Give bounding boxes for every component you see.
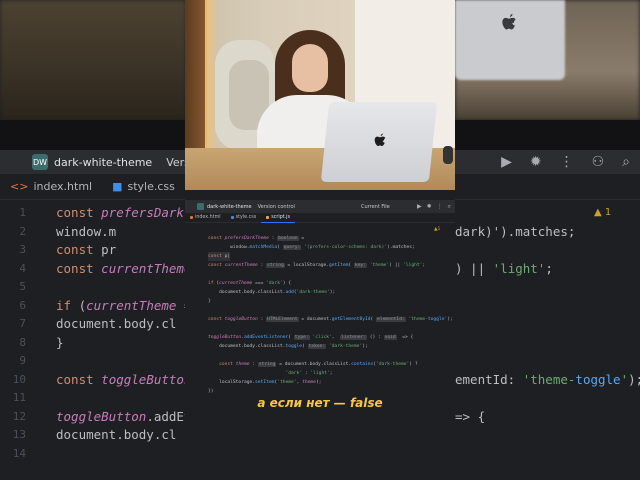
line-number: 6 [19, 298, 26, 312]
background-code-fragment: dark)').matches; [455, 223, 576, 239]
photo-person-face [292, 44, 328, 92]
file-type-icon [266, 215, 270, 219]
code-line[interactable]: document.body.classList.add('dark-theme'… [208, 288, 335, 297]
search-icon[interactable]: ⌕ [622, 154, 630, 170]
project-badge-icon: DW [32, 154, 48, 170]
background-code-line: document.body.cl [56, 316, 177, 331]
code-line[interactable]: const toggleButton : HTMLElement = docum… [208, 315, 453, 324]
apple-logo-icon [502, 13, 516, 30]
background-code-line: document.body.cl [56, 427, 177, 442]
code-line[interactable]: toggleButton.addEventListener( type: 'cl… [208, 333, 413, 342]
background-warning-indicator: ▲ 1 [594, 207, 612, 218]
background-code-line: window.m [56, 223, 117, 239]
tab-script-js[interactable]: script.js [261, 213, 295, 223]
project-name[interactable]: dark-white-theme [54, 156, 152, 169]
code-line[interactable]: const theme : string = document.body.cla… [208, 360, 418, 369]
background-code-fragment: ementId: 'theme-toggle'); [455, 371, 640, 387]
ide-title-bar: dark-white-theme Version control Current… [185, 200, 455, 213]
code-line[interactable]: const currentTheme : string = localStora… [208, 261, 425, 270]
background-code-fragment: => { [455, 408, 486, 424]
line-number: 5 [19, 280, 26, 293]
ide-toolbar-icons: ▶ ✹ ⋮ ⌕ [417, 203, 451, 211]
tab-label: script.js [271, 214, 290, 220]
editor-tabs: index.html style.css script.js [185, 213, 455, 223]
background-photo-left [0, 0, 186, 120]
photo-figurine [443, 146, 453, 164]
search-icon[interactable]: ⌕ [448, 203, 451, 211]
project-name[interactable]: dark-white-theme [207, 204, 252, 210]
project-badge-icon [197, 203, 204, 210]
file-type-icon [190, 216, 193, 219]
line-number: 3 [19, 243, 26, 256]
code-line[interactable]: const prefersDarkTheme : boolean = [208, 234, 304, 243]
center-panel: dark-white-theme Version control Current… [185, 0, 455, 480]
css-file-icon: ■ [112, 180, 123, 193]
line-number: 13 [12, 428, 26, 441]
tab-index-html[interactable]: index.html [185, 213, 226, 223]
line-number: 1 [19, 206, 26, 219]
line-number: 7 [19, 317, 26, 330]
code-line[interactable]: window.matchMedia( query: '(prefers-colo… [208, 243, 415, 252]
code-line[interactable]: }) [208, 387, 214, 396]
debug-icon[interactable]: ✹ [427, 203, 432, 211]
file-type-icon [230, 216, 234, 219]
line-number: 14 [12, 446, 26, 460]
ide-window: dark-white-theme Version control Current… [185, 200, 455, 480]
code-line[interactable]: localStorage.setItem('theme', theme); [208, 378, 321, 387]
background-code-line: const currentTheme : [56, 260, 207, 276]
code-line[interactable]: } [208, 297, 211, 306]
more-icon[interactable]: ⋮ [437, 203, 443, 211]
background-code-line: const pr [56, 242, 117, 257]
background-code-line: toggleButton.addEven [56, 408, 207, 424]
line-number: 9 [19, 354, 26, 367]
line-number: 12 [12, 409, 26, 423]
line-number: 11 [12, 391, 26, 404]
line-number: 4 [19, 261, 26, 275]
line-number: 2 [19, 224, 26, 238]
code-line[interactable]: if (currentTheme === 'dark') { [208, 279, 291, 288]
more-icon[interactable]: ⋮ [560, 154, 574, 170]
line-number: 8 [19, 335, 26, 349]
warning-indicator[interactable]: ▲1 [434, 227, 440, 232]
webcam-photo [185, 0, 455, 190]
debug-icon[interactable]: ✹ [530, 154, 542, 170]
background-code-fragment: ) || 'light'; [455, 260, 553, 276]
code-line-current[interactable]: const p| [208, 252, 231, 261]
run-icon[interactable]: ▶ [417, 203, 422, 211]
code-line[interactable]: document.body.classList.toggle( token: '… [208, 342, 368, 351]
video-subtitle: а если нет — false [257, 396, 383, 410]
code-icon: <> [10, 180, 29, 193]
tab-label: style.css [235, 215, 257, 220]
background-code-line: } [56, 334, 64, 350]
background-toolbar-icons: ▶ ✹ ⋮ ⚇ ⌕ [501, 150, 640, 174]
line-number: 10 [12, 372, 26, 386]
add-user-icon[interactable]: ⚇ [592, 154, 605, 170]
tab-label: index.html [195, 215, 221, 220]
version-control-menu[interactable]: Version control [258, 204, 295, 210]
apple-logo-icon [374, 133, 386, 146]
bg-tab-style[interactable]: ■ style.css [102, 180, 185, 193]
tab-style-css[interactable]: style.css [226, 213, 262, 223]
background-code-line: const toggleButton : [56, 371, 207, 387]
code-line[interactable]: 'dark' : 'light'; [208, 369, 332, 378]
run-icon[interactable]: ▶ [501, 154, 512, 170]
bg-tab-index[interactable]: <> index.html [0, 180, 102, 193]
run-config-selector[interactable]: Current File [361, 204, 390, 210]
background-code-line: if (currentTheme === [56, 297, 207, 313]
